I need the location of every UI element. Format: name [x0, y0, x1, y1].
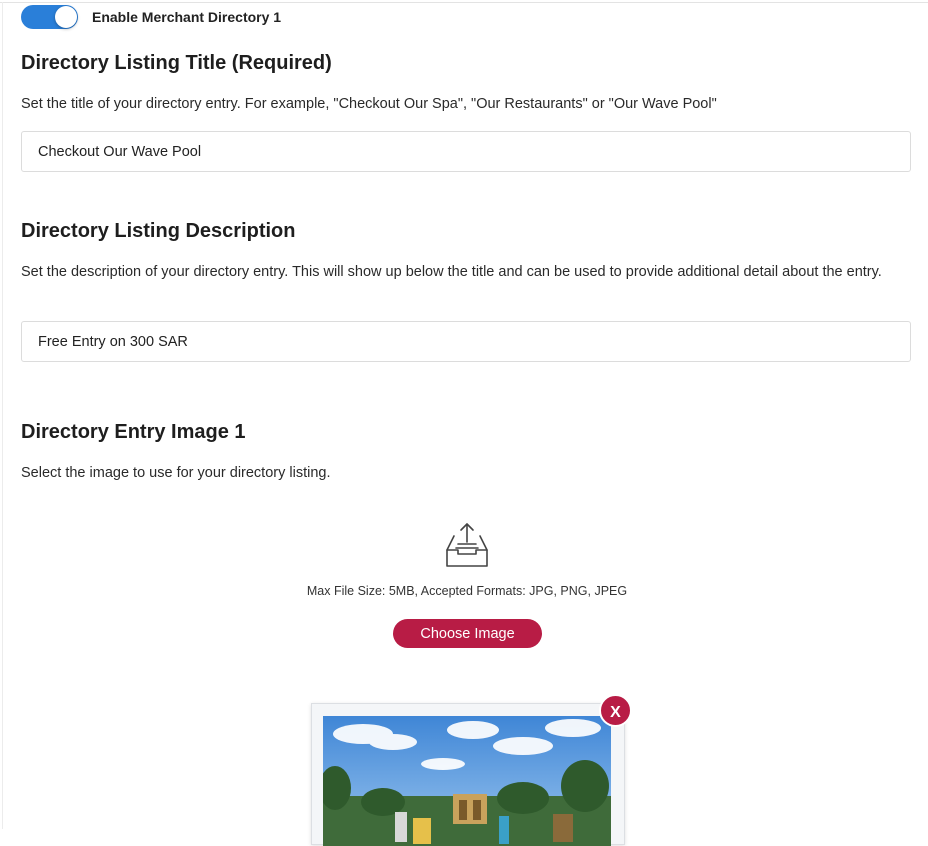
preview-image: [323, 716, 611, 846]
entry-image-heading: Directory Entry Image 1: [21, 421, 246, 443]
listing-description-heading: Directory Listing Description: [21, 220, 296, 242]
enable-merchant-directory-toggle[interactable]: [21, 5, 78, 29]
toggle-knob: [55, 6, 77, 28]
listing-title-description: Set the title of your directory entry. F…: [21, 96, 717, 112]
choose-image-button[interactable]: Choose Image: [393, 619, 542, 648]
listing-description-help: Set the description of your directory en…: [21, 264, 882, 280]
remove-image-button[interactable]: X: [599, 694, 632, 727]
entry-image-description: Select the image to use for your directo…: [21, 465, 331, 481]
top-divider: [0, 2, 928, 3]
upload-tray-icon: [446, 523, 488, 567]
image-preview-card: [311, 703, 625, 846]
listing-title-input[interactable]: [21, 131, 911, 172]
listing-title-heading: Directory Listing Title (Required): [21, 52, 332, 74]
upload-limits-text: Max File Size: 5MB, Accepted Formats: JP…: [306, 584, 628, 598]
left-divider: [2, 2, 3, 829]
merchant-directory-toggle-row: Enable Merchant Directory 1: [21, 5, 281, 29]
listing-description-input[interactable]: [21, 321, 911, 362]
toggle-label: Enable Merchant Directory 1: [92, 9, 282, 25]
